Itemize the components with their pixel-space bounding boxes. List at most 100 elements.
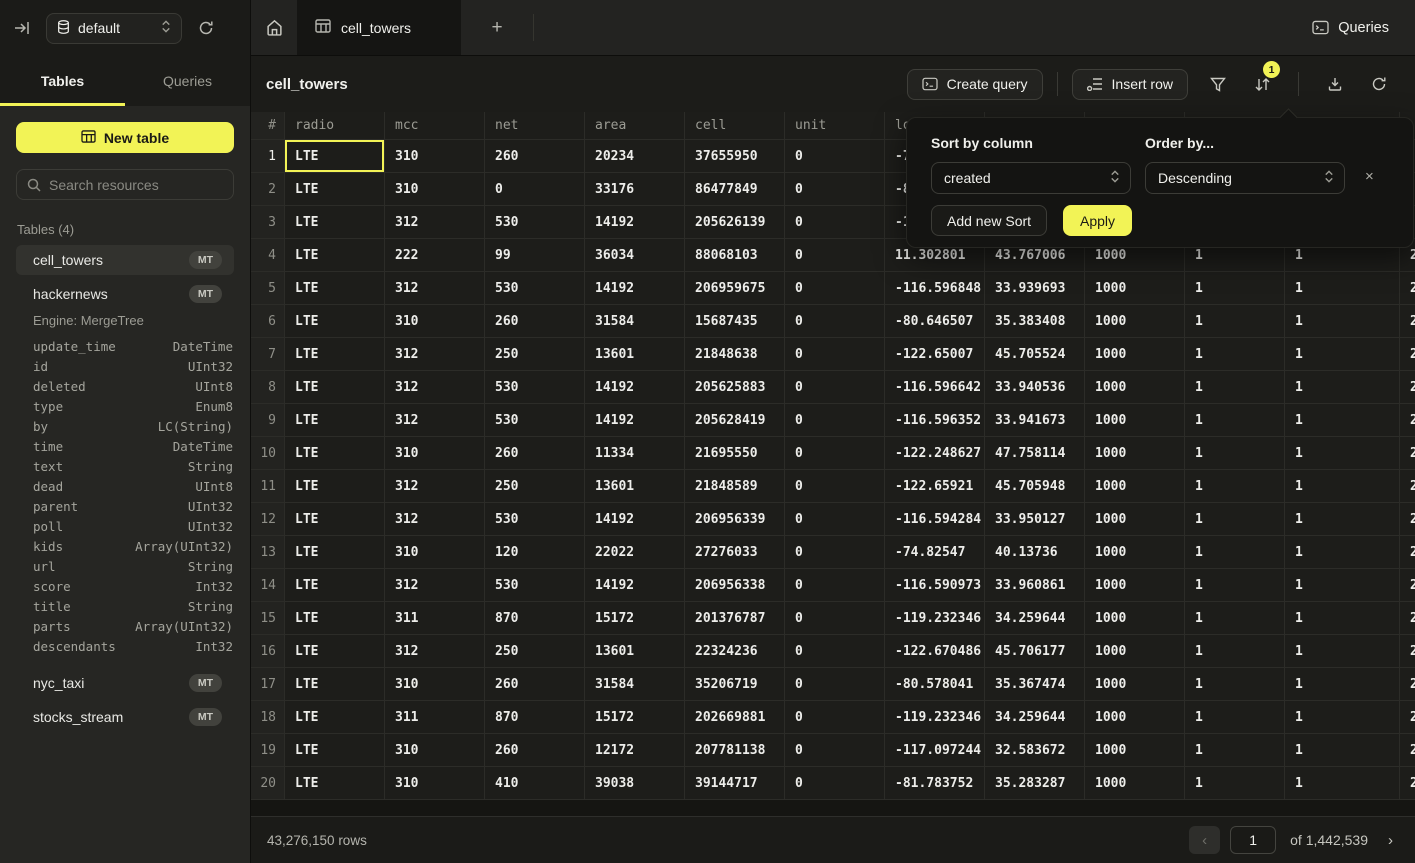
cell[interactable]: 0 bbox=[785, 536, 885, 568]
row-number[interactable]: 20 bbox=[251, 767, 285, 799]
cell[interactable]: 1 bbox=[1285, 404, 1400, 436]
cell[interactable]: 1 bbox=[1285, 470, 1400, 502]
cell[interactable]: 40.13736 bbox=[985, 536, 1085, 568]
column-header[interactable]: area bbox=[585, 112, 685, 139]
cell[interactable]: 35.367474 bbox=[985, 668, 1085, 700]
cell[interactable]: 0 bbox=[785, 305, 885, 337]
cell[interactable]: LTE bbox=[285, 503, 385, 535]
cell[interactable]: 2 bbox=[1400, 272, 1415, 304]
cell[interactable]: 260 bbox=[485, 305, 585, 337]
cell[interactable]: 2 bbox=[1400, 371, 1415, 403]
row-number[interactable]: 18 bbox=[251, 701, 285, 733]
cell[interactable]: 310 bbox=[385, 173, 485, 205]
cell[interactable]: 1 bbox=[1285, 701, 1400, 733]
cell[interactable]: 312 bbox=[385, 635, 485, 667]
row-number[interactable]: 11 bbox=[251, 470, 285, 502]
cell[interactable]: 14192 bbox=[585, 404, 685, 436]
cell[interactable]: LTE bbox=[285, 437, 385, 469]
cell[interactable]: 2 bbox=[1400, 668, 1415, 700]
page-number-input[interactable] bbox=[1230, 826, 1276, 854]
row-number[interactable]: 17 bbox=[251, 668, 285, 700]
cell[interactable]: 21848589 bbox=[685, 470, 785, 502]
cell[interactable]: 0 bbox=[785, 140, 885, 172]
cell[interactable]: -80.578041 bbox=[885, 668, 985, 700]
home-tab[interactable] bbox=[251, 0, 297, 55]
cell[interactable]: 1 bbox=[1185, 767, 1285, 799]
cell[interactable]: 1 bbox=[1185, 569, 1285, 601]
cell[interactable]: 310 bbox=[385, 536, 485, 568]
cell[interactable]: 1000 bbox=[1085, 272, 1185, 304]
cell[interactable]: 2 bbox=[1400, 338, 1415, 370]
cell[interactable]: 0 bbox=[785, 437, 885, 469]
add-new-sort-button[interactable]: Add new Sort bbox=[931, 205, 1047, 236]
cell[interactable]: LTE bbox=[285, 635, 385, 667]
new-table-button[interactable]: New table bbox=[16, 122, 234, 153]
cell[interactable]: LTE bbox=[285, 272, 385, 304]
refresh-databases-icon[interactable] bbox=[198, 20, 214, 36]
cell[interactable]: 33176 bbox=[585, 173, 685, 205]
cell[interactable]: 1 bbox=[1285, 734, 1400, 766]
cell[interactable]: 11334 bbox=[585, 437, 685, 469]
cell[interactable]: 2 bbox=[1400, 569, 1415, 601]
cell[interactable]: 1000 bbox=[1085, 470, 1185, 502]
cell[interactable]: 1 bbox=[1285, 602, 1400, 634]
cell[interactable]: 206956338 bbox=[685, 569, 785, 601]
cell[interactable]: -80.646507 bbox=[885, 305, 985, 337]
cell[interactable]: 1 bbox=[1185, 305, 1285, 337]
cell[interactable]: LTE bbox=[285, 668, 385, 700]
cell[interactable]: 1 bbox=[1185, 437, 1285, 469]
cell[interactable]: 14192 bbox=[585, 569, 685, 601]
cell[interactable]: 45.706177 bbox=[985, 635, 1085, 667]
cell[interactable]: 0 bbox=[785, 767, 885, 799]
cell[interactable]: 1 bbox=[1185, 701, 1285, 733]
cell[interactable]: 1 bbox=[1285, 305, 1400, 337]
row-number-header[interactable]: # bbox=[251, 112, 285, 139]
cell[interactable]: 1 bbox=[1185, 272, 1285, 304]
cell[interactable]: LTE bbox=[285, 767, 385, 799]
next-page-button[interactable]: › bbox=[1382, 832, 1399, 849]
cell[interactable]: 1000 bbox=[1085, 635, 1185, 667]
cell[interactable]: 47.758114 bbox=[985, 437, 1085, 469]
cell[interactable]: 1 bbox=[1285, 635, 1400, 667]
cell[interactable]: 13601 bbox=[585, 338, 685, 370]
cell[interactable]: 2 bbox=[1400, 602, 1415, 634]
cell[interactable]: 310 bbox=[385, 140, 485, 172]
cell[interactable]: -116.594284 bbox=[885, 503, 985, 535]
cell[interactable]: 15687435 bbox=[685, 305, 785, 337]
cell[interactable]: 33.940536 bbox=[985, 371, 1085, 403]
column-header[interactable]: radio bbox=[285, 112, 385, 139]
cell[interactable]: 311 bbox=[385, 701, 485, 733]
cell[interactable]: -81.783752 bbox=[885, 767, 985, 799]
cell[interactable]: 1 bbox=[1285, 767, 1400, 799]
cell[interactable]: 0 bbox=[785, 503, 885, 535]
create-query-button[interactable]: Create query bbox=[907, 69, 1043, 100]
new-tab-button[interactable]: + bbox=[461, 0, 533, 55]
cell[interactable]: 2 bbox=[1400, 437, 1415, 469]
cell[interactable]: 14192 bbox=[585, 272, 685, 304]
cell[interactable]: 15172 bbox=[585, 602, 685, 634]
row-number[interactable]: 3 bbox=[251, 206, 285, 238]
cell[interactable]: 312 bbox=[385, 338, 485, 370]
cell[interactable]: LTE bbox=[285, 206, 385, 238]
cell[interactable]: 32.583672 bbox=[985, 734, 1085, 766]
cell[interactable]: 0 bbox=[785, 701, 885, 733]
cell[interactable]: 35.383408 bbox=[985, 305, 1085, 337]
cell[interactable]: 1000 bbox=[1085, 503, 1185, 535]
cell[interactable]: 1000 bbox=[1085, 767, 1185, 799]
remove-sort-button[interactable]: × bbox=[1365, 168, 1374, 185]
cell[interactable]: 310 bbox=[385, 767, 485, 799]
cell[interactable]: 310 bbox=[385, 437, 485, 469]
cell[interactable]: 22324236 bbox=[685, 635, 785, 667]
cell[interactable]: 0 bbox=[785, 635, 885, 667]
cell[interactable]: 39144717 bbox=[685, 767, 785, 799]
cell[interactable]: 1 bbox=[1285, 338, 1400, 370]
row-number[interactable]: 4 bbox=[251, 239, 285, 271]
cell[interactable]: 2 bbox=[1400, 536, 1415, 568]
cell[interactable]: 260 bbox=[485, 668, 585, 700]
cell[interactable]: 1 bbox=[1285, 569, 1400, 601]
cell[interactable]: 1 bbox=[1185, 668, 1285, 700]
cell[interactable]: 0 bbox=[785, 569, 885, 601]
cell[interactable]: 1000 bbox=[1085, 569, 1185, 601]
cell[interactable]: 1 bbox=[1185, 635, 1285, 667]
tab-cell-towers[interactable]: cell_towers bbox=[297, 0, 461, 55]
